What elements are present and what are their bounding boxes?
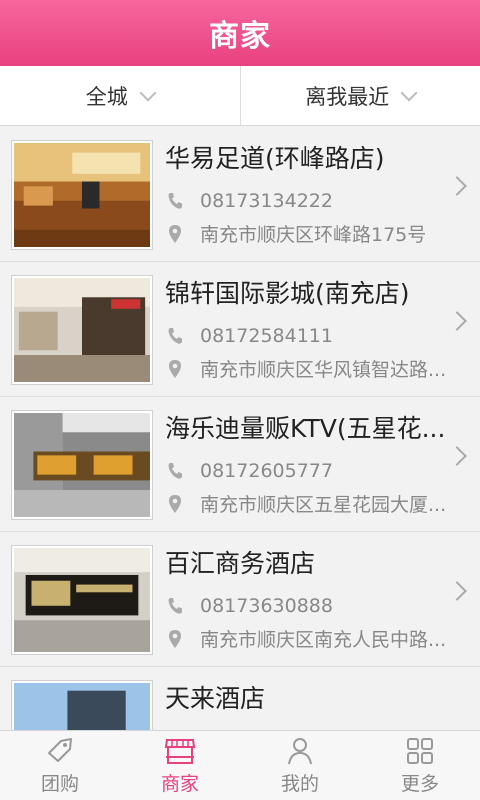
merchant-address: 南充市顺庆区南充人民中路... [200, 629, 447, 651]
merchant-phone: 08172584111 [200, 325, 333, 347]
merchant-phone-row: 08172605777 [166, 460, 333, 482]
merchant-thumbnail [12, 411, 152, 519]
merchant-list-item[interactable]: 百汇商务酒店 08173630888 南充市顺庆区南充人民中路... [0, 532, 480, 667]
merchant-thumbnail [12, 276, 152, 384]
tab-more[interactable]: 更多 [360, 731, 480, 800]
merchant-address-row: 南充市顺庆区环峰路175号 [166, 220, 471, 247]
merchant-address: 南充市顺庆区五星花园大厦... [200, 494, 447, 516]
merchant-name: 海乐迪量贩KTV(五星花... [165, 414, 446, 443]
merchant-thumbnail [12, 141, 152, 249]
tab-label: 商家 [160, 773, 199, 795]
location-pin-icon [169, 629, 181, 648]
location-pin-icon [169, 359, 181, 378]
merchant-phone: 08173630888 [200, 595, 333, 617]
filter-bar: 全城 离我最近 [0, 66, 480, 126]
chevron-right-icon [447, 176, 467, 196]
merchant-phone: 08173134222 [200, 190, 333, 212]
merchant-name: 华易足道(环峰路店) [165, 144, 385, 173]
phone-icon [168, 193, 182, 209]
tab-group-buy[interactable]: 团购 [0, 731, 120, 800]
phone-icon [168, 598, 182, 614]
merchant-name: 天来酒店 [165, 684, 266, 713]
merchant-address-row: 南充市顺庆区南充人民中路... [166, 625, 471, 652]
merchant-phone-row: 08173134222 [166, 190, 333, 212]
area-filter-label: 全城 [85, 84, 128, 109]
user-icon [288, 738, 312, 765]
area-filter-dropdown[interactable]: 全城 [0, 66, 240, 125]
sort-filter-label: 离我最近 [305, 84, 390, 109]
sort-filter-dropdown[interactable]: 离我最近 [239, 66, 480, 125]
merchant-address: 南充市顺庆区环峰路175号 [200, 224, 427, 246]
merchant-address: 南充市顺庆区华风镇智达路... [200, 359, 447, 381]
merchant-name: 百汇商务酒店 [165, 549, 316, 578]
tab-label: 更多 [400, 773, 439, 795]
bottom-tab-bar: 团购 商家 我的 更多 [0, 730, 480, 800]
tab-label: 我的 [280, 773, 319, 795]
merchant-thumbnail [12, 546, 152, 654]
merchant-phone: 08172605777 [200, 460, 333, 482]
tab-merchants[interactable]: 商家 [120, 731, 240, 800]
chevron-down-icon [400, 84, 418, 101]
merchant-phone-row: 08172584111 [166, 325, 333, 347]
merchant-name: 锦轩国际影城(南充店) [165, 279, 410, 308]
merchant-thumbnail [12, 681, 152, 730]
merchant-list-item[interactable]: 天来酒店 [0, 667, 480, 730]
merchant-list-item[interactable]: 海乐迪量贩KTV(五星花... 08172605777 南充市顺庆区五星花园大厦… [0, 397, 480, 532]
store-icon [164, 739, 196, 764]
phone-icon [168, 328, 182, 344]
app-header: 商家 [0, 0, 480, 66]
location-pin-icon [169, 494, 181, 513]
merchant-list-item[interactable]: 华易足道(环峰路店) 08173134222 南充市顺庆区环峰路175号 [0, 127, 480, 262]
merchant-list-item[interactable]: 锦轩国际影城(南充店) 08172584111 南充市顺庆区华风镇智达路... [0, 262, 480, 397]
location-pin-icon [169, 224, 181, 243]
chevron-right-icon [447, 581, 467, 601]
merchant-list[interactable]: 华易足道(环峰路店) 08173134222 南充市顺庆区环峰路175号 锦轩国… [0, 127, 480, 730]
chevron-right-icon [447, 311, 467, 331]
grid-icon [407, 738, 433, 764]
chevron-right-icon [447, 446, 467, 466]
tab-label: 团购 [40, 773, 79, 795]
merchant-address-row: 南充市顺庆区华风镇智达路... [166, 355, 471, 382]
tag-icon [48, 738, 72, 762]
merchant-phone-row: 08173630888 [166, 595, 333, 617]
merchant-address-row: 南充市顺庆区五星花园大厦... [166, 490, 471, 517]
page-title: 商家 [209, 19, 271, 54]
tab-mine[interactable]: 我的 [240, 731, 360, 800]
chevron-down-icon [139, 84, 157, 101]
phone-icon [168, 463, 182, 479]
